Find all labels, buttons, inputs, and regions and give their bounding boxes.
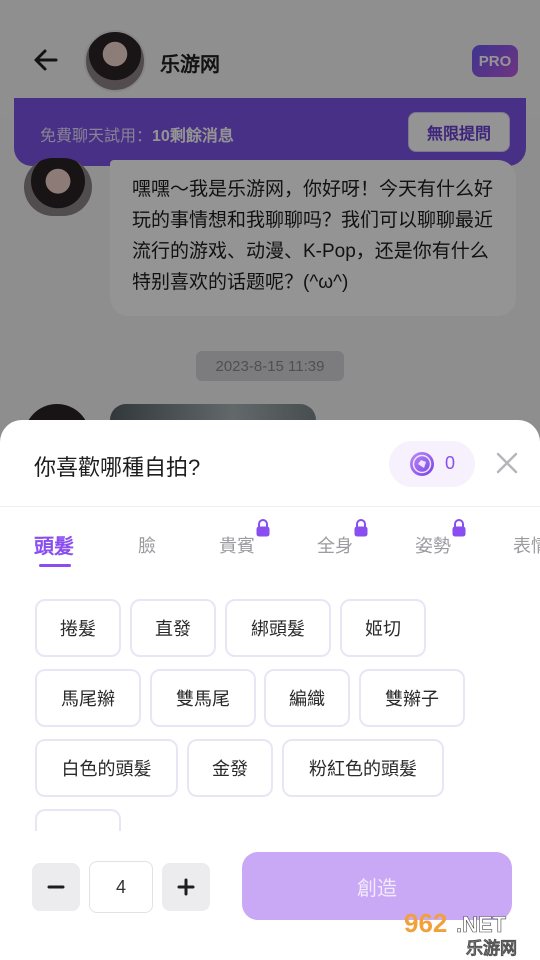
option-partial[interactable] (35, 809, 121, 831)
watermark-site: 乐游网 (466, 938, 517, 958)
divider (0, 506, 540, 507)
watermark-logo: 962 .NET 乐游网 (404, 908, 517, 958)
watermark-suffix: .NET (456, 912, 507, 937)
lock-icon (452, 519, 466, 537)
plus-icon (177, 878, 195, 896)
active-tab-indicator (39, 564, 71, 567)
option-pink-hair[interactable]: 粉紅色的頭髮 (282, 739, 444, 797)
coin-icon (410, 452, 434, 476)
tab-full-body[interactable]: 全身 (317, 532, 353, 558)
watermark-number: 962 (404, 908, 447, 938)
lock-icon (256, 519, 270, 537)
tab-expression[interactable]: 表情 (513, 532, 540, 558)
tab-face[interactable]: 臉 (138, 532, 156, 558)
option-hime-cut[interactable]: 姬切 (340, 599, 426, 657)
option-twin-tails[interactable]: 雙馬尾 (150, 669, 256, 727)
sheet-title: 你喜歡哪種自拍? (34, 455, 201, 480)
lock-icon (354, 519, 368, 537)
option-double-braids[interactable]: 雙辮子 (359, 669, 465, 727)
option-straight-hair[interactable]: 直發 (130, 599, 216, 657)
minus-icon (47, 885, 65, 889)
option-tied-hair[interactable]: 綁頭髮 (225, 599, 331, 657)
tab-vip[interactable]: 貴賓 (219, 532, 255, 558)
plus-button[interactable] (162, 863, 210, 911)
minus-button[interactable] (32, 863, 80, 911)
option-curly-hair[interactable]: 捲髮 (35, 599, 121, 657)
tab-hair[interactable]: 頭髮 (34, 530, 74, 559)
close-icon[interactable] (494, 450, 520, 476)
option-white-hair[interactable]: 白色的頭髮 (35, 739, 178, 797)
category-tabs: 頭髮 臉 貴賓 全身 姿勢 表情 (0, 518, 540, 578)
selfie-options-sheet: 你喜歡哪種自拍? 0 頭髮 臉 貴賓 全身 姿勢 表情 (0, 420, 540, 960)
option-braid[interactable]: 編織 (264, 669, 350, 727)
quantity-field[interactable]: 4 (89, 861, 153, 913)
coin-balance[interactable]: 0 (389, 441, 475, 487)
tab-pose[interactable]: 姿勢 (415, 532, 451, 558)
coin-count: 0 (445, 453, 456, 473)
option-ponytail[interactable]: 馬尾辮 (35, 669, 141, 727)
option-blonde-hair[interactable]: 金發 (187, 739, 273, 797)
